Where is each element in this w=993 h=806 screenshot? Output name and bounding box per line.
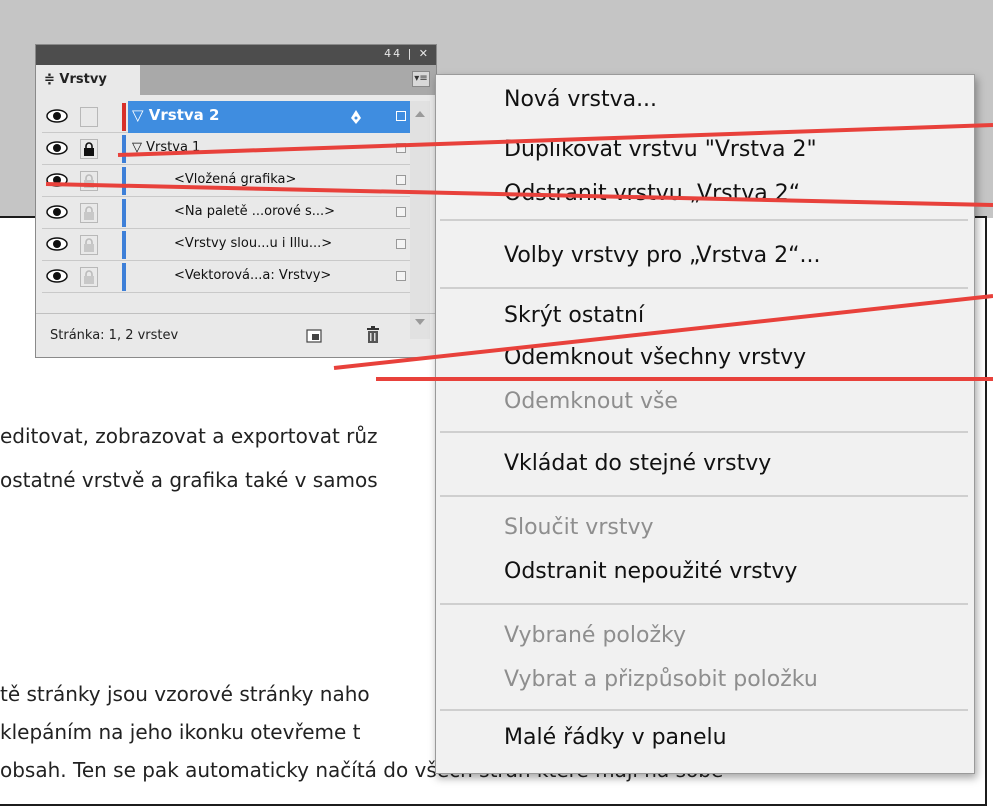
layer-row-vrstva-1[interactable]: ▽ Vrstva 1 — [42, 133, 410, 165]
layer-color-swatch — [122, 103, 126, 131]
eye-icon[interactable] — [46, 141, 68, 155]
menu-item-unlock-all: Odemknout vše — [504, 389, 678, 414]
layers-panel: 44 | ✕ ≑ Vrstvy ▾≡ ▽ Vrstva 2 ▽ Vrstva 1 — [35, 44, 437, 358]
lock-toggle[interactable] — [80, 171, 98, 191]
lock-icon — [84, 238, 94, 252]
menu-separator — [440, 219, 968, 221]
selection-square[interactable] — [396, 239, 406, 249]
menu-item-paste-remembers-layers[interactable]: Vkládat do stejné vrstvy — [504, 451, 771, 476]
layer-row-object[interactable]: <Vrstvy slou...u i Illu...> — [42, 229, 410, 261]
layer-color-swatch — [122, 167, 126, 195]
menu-separator — [440, 287, 968, 289]
layer-name: ▽ Vrstva 2 — [132, 106, 220, 124]
lock-icon — [84, 270, 94, 284]
selection-square[interactable] — [396, 143, 406, 153]
menu-separator — [440, 603, 968, 605]
layer-selection-highlight: ▽ Vrstva 2 — [128, 101, 410, 133]
selection-square[interactable] — [396, 271, 406, 281]
eye-icon[interactable] — [46, 173, 68, 187]
layer-row-object[interactable]: <Na paletě ...orové s...> — [42, 197, 410, 229]
page-layer-count: Stránka: 1, 2 vrstev — [50, 328, 179, 343]
panel-titlebar[interactable]: 44 | ✕ — [36, 45, 436, 65]
trash-icon[interactable] — [366, 326, 380, 344]
menu-item-select-fit-item: Vybrat a přizpůsobit položku — [504, 667, 818, 692]
panel-status-bar: Stránka: 1, 2 vrstev — [36, 313, 436, 357]
menu-item-unlock-all-layers[interactable]: Odemknout všechny vrstvy — [504, 345, 806, 370]
menu-item-duplicate-layer[interactable]: Duplikovat vrstvu "Vrstva 2" — [504, 137, 817, 162]
pen-nib-icon — [351, 110, 361, 124]
layer-name: ▽ Vrstva 1 — [132, 140, 201, 155]
menu-item-layer-options[interactable]: Volby vrstvy pro „Vrstva 2“... — [504, 243, 820, 268]
new-layer-icon[interactable] — [306, 329, 322, 343]
menu-separator — [440, 495, 968, 497]
layer-color-swatch — [122, 231, 126, 259]
scroll-up-icon[interactable] — [415, 111, 425, 117]
layers-context-menu: Nová vrstva... Duplikovat vrstvu "Vrstva… — [435, 74, 975, 774]
layer-name: <Vložená grafika> — [174, 172, 297, 187]
eye-icon[interactable] — [46, 269, 68, 283]
tab-layers[interactable]: ≑ Vrstvy — [36, 65, 140, 97]
lock-toggle[interactable] — [80, 107, 98, 127]
menu-item-small-panel-rows[interactable]: Malé řádky v panelu — [504, 725, 727, 750]
layer-color-swatch — [122, 263, 126, 291]
lock-icon — [84, 142, 94, 156]
layer-color-swatch — [122, 199, 126, 227]
menu-separator — [440, 431, 968, 433]
selection-square[interactable] — [396, 175, 406, 185]
layer-name: <Vektorová...a: Vrstvy> — [174, 268, 332, 283]
eye-icon[interactable] — [46, 109, 68, 123]
eye-icon[interactable] — [46, 205, 68, 219]
menu-item-delete-layer[interactable]: Odstranit vrstvu „Vrstva 2“ — [504, 181, 800, 206]
lock-toggle[interactable] — [80, 203, 98, 223]
selection-square[interactable] — [396, 207, 406, 217]
layer-row-object[interactable]: <Vložená grafika> — [42, 165, 410, 197]
lock-toggle[interactable] — [80, 139, 98, 159]
menu-item-new-layer[interactable]: Nová vrstva... — [504, 87, 657, 112]
layer-row-vrstva-2[interactable]: ▽ Vrstva 2 — [42, 101, 410, 133]
collapse-close-buttons[interactable]: 44 | ✕ — [384, 47, 430, 60]
lock-icon — [84, 206, 94, 220]
menu-item-delete-unused-layers[interactable]: Odstranit nepoužité vrstvy — [504, 559, 797, 584]
menu-item-hide-others[interactable]: Skrýt ostatní — [504, 303, 644, 328]
panel-tab-row: ≑ Vrstvy ▾≡ — [36, 65, 436, 97]
lock-toggle[interactable] — [80, 235, 98, 255]
layers-scrollbar[interactable] — [410, 101, 430, 339]
menu-item-merge-layers: Sloučit vrstvy — [504, 515, 654, 540]
menu-separator — [440, 709, 968, 711]
lock-icon — [84, 174, 94, 188]
panel-menu-button[interactable]: ▾≡ — [412, 71, 430, 87]
lock-toggle[interactable] — [80, 267, 98, 287]
layer-row-object[interactable]: <Vektorová...a: Vrstvy> — [42, 261, 410, 293]
menu-item-selected-items: Vybrané položky — [504, 623, 686, 648]
eye-icon[interactable] — [46, 237, 68, 251]
layer-name: <Vrstvy slou...u i Illu...> — [174, 236, 333, 251]
layers-list: ▽ Vrstva 2 ▽ Vrstva 1 <Vložená grafika> — [42, 101, 410, 329]
layer-color-swatch — [122, 135, 126, 163]
selection-square[interactable] — [396, 111, 406, 121]
layer-name: <Na paletě ...orové s...> — [174, 204, 336, 219]
